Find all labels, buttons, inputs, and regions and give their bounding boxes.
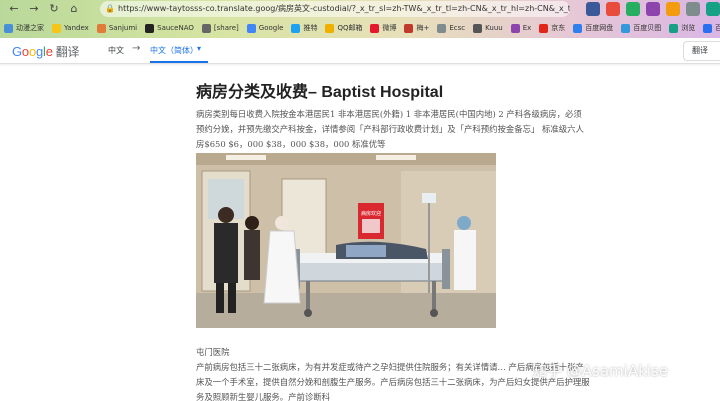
- section-text: 产前病房包括三十二张病床，为有并发症或待产之孕妇提供住院服务；有关详情请… 产后…: [196, 362, 590, 401]
- target-language[interactable]: 中文（简体）: [150, 45, 198, 56]
- bookmark-item[interactable]: 百度网盘: [573, 23, 613, 33]
- lock-icon: 🔒: [105, 4, 115, 13]
- target-language-underline: [150, 61, 208, 63]
- article-title: 病房分类及收费– Baptist Hospital: [196, 84, 444, 101]
- address-bar[interactable]: 🔒 https://www-taytosss-co.translate.goog…: [100, 1, 570, 17]
- bookmark-favicon-icon: [669, 23, 679, 33]
- bookmark-favicon-icon: [473, 23, 483, 33]
- hospital-ward-photo: 病房欢迎: [196, 153, 496, 328]
- bookmark-item[interactable]: 百度贝图: [621, 23, 661, 33]
- bookmark-item[interactable]: 百度翻译: [703, 23, 720, 33]
- extension-icon[interactable]: [666, 2, 680, 16]
- bookmark-item[interactable]: 推特: [291, 23, 317, 33]
- bookmark-label: [share]: [213, 24, 239, 32]
- bookmark-label: QQ邮箱: [337, 24, 363, 32]
- source-language[interactable]: 中文: [108, 45, 124, 56]
- bookmark-label: 推特: [303, 24, 318, 32]
- bookmark-item[interactable]: Ex: [510, 23, 532, 33]
- extension-icon[interactable]: [646, 2, 660, 16]
- article-paragraph-2: 屯门医院 产前病房包括三十二张病床，为有并发症或待产之孕妇提供住院服务；有关详情…: [196, 345, 590, 401]
- bookmark-label: Yandex: [64, 24, 89, 32]
- bookmark-favicon-icon: [291, 23, 301, 33]
- extension-icons: [586, 2, 720, 16]
- bookmark-favicon-icon: [325, 23, 335, 33]
- chevron-down-icon[interactable]: ▾: [197, 44, 201, 53]
- article-paragraph: 病房类别每日收费入院按金本港居民1 非本港居民(外籍) 1 非本港居民(中国内地…: [196, 109, 584, 149]
- bookmark-label: 微博: [382, 24, 397, 32]
- google-translate-logo[interactable]: Google 翻译: [12, 43, 80, 60]
- bookmark-item[interactable]: 浏览: [669, 23, 695, 33]
- extension-icon[interactable]: [606, 2, 620, 16]
- photo-sign-text: 病房欢迎: [361, 210, 381, 217]
- bookmark-label: 百度翻译: [715, 24, 720, 32]
- bookmark-label: Google: [258, 24, 284, 32]
- extension-icon[interactable]: [586, 2, 600, 16]
- bookmark-item[interactable]: [share]: [201, 23, 239, 33]
- bookmark-label: 动漫之家: [16, 24, 44, 32]
- bookmark-label: Ecsc: [449, 24, 466, 32]
- translate-header: Google 翻译 中文 → 中文（简体） ▾ 翻译: [0, 38, 720, 64]
- google-wordmark: Google: [12, 44, 53, 59]
- translate-button[interactable]: 翻译: [683, 41, 720, 61]
- bookmark-favicon-icon: [246, 23, 256, 33]
- bookmark-label: 百度网盘: [585, 24, 614, 32]
- extension-icon[interactable]: [626, 2, 640, 16]
- browser-chrome: ← → ↻ ⌂ 🔒 https://www-taytosss-co.transl…: [0, 0, 720, 38]
- forward-icon[interactable]: →: [26, 2, 42, 16]
- bookmark-label: Ex: [522, 24, 532, 32]
- bookmark-label: 百度贝图: [633, 24, 662, 32]
- extension-icon[interactable]: [686, 2, 700, 16]
- arrow-right-icon: →: [132, 43, 141, 54]
- section-heading: 屯门医院: [196, 347, 230, 357]
- back-icon[interactable]: ←: [6, 2, 22, 16]
- bookmark-favicon-icon: [621, 23, 631, 33]
- watermark: 知乎 @AsamiAkise: [532, 362, 668, 380]
- bookmark-favicon-icon: [404, 23, 414, 33]
- bookmark-item[interactable]: 京东: [539, 23, 565, 33]
- bookmark-item[interactable]: QQ邮箱: [325, 23, 362, 33]
- bookmark-favicon-icon: [145, 23, 155, 33]
- bookmark-label: 浏览: [681, 24, 696, 32]
- bookmark-favicon-icon: [370, 23, 380, 33]
- bookmark-label: Kuuu: [485, 24, 503, 32]
- bookmark-favicon-icon: [437, 23, 447, 33]
- product-name: 翻译: [55, 45, 80, 59]
- bookmark-item[interactable]: SauceNAO: [145, 23, 194, 33]
- bookmark-favicon-icon: [510, 23, 520, 33]
- bookmark-item[interactable]: Google: [246, 23, 284, 33]
- bookmark-item[interactable]: Ecsc: [437, 23, 466, 33]
- photo-illustration: 病房欢迎: [196, 153, 496, 328]
- bookmark-label: 梅+: [416, 24, 430, 32]
- home-icon[interactable]: ⌂: [66, 2, 82, 16]
- bookmark-favicon-icon: [703, 23, 713, 33]
- bookmark-item[interactable]: 动漫之家: [4, 23, 44, 33]
- extension-icon[interactable]: [706, 2, 720, 16]
- bookmark-favicon-icon: [52, 23, 61, 33]
- bookmark-item[interactable]: Yandex: [52, 23, 89, 33]
- bookmark-item[interactable]: Sanjumi: [96, 23, 138, 33]
- bookmark-label: SauceNAO: [157, 24, 194, 32]
- bookmark-favicon-icon: [539, 23, 549, 33]
- url-text: https://www-taytosss-co.translate.goog/病…: [118, 4, 570, 13]
- bookmark-favicon-icon: [4, 23, 13, 33]
- bookmark-favicon-icon: [573, 23, 583, 33]
- bookmark-item[interactable]: Kuuu: [473, 23, 503, 33]
- bookmark-label: 京东: [551, 24, 566, 32]
- bookmark-label: Sanjumi: [108, 24, 138, 32]
- bookmarks-bar: 动漫之家 Yandex Sanjumi SauceNAO [share] Google 推特…: [0, 19, 720, 37]
- reload-icon[interactable]: ↻: [46, 2, 62, 16]
- bookmark-item[interactable]: 梅+: [404, 23, 429, 33]
- bookmark-favicon-icon: [96, 23, 106, 33]
- bookmark-item[interactable]: 微博: [370, 23, 396, 33]
- bookmark-favicon-icon: [201, 23, 211, 33]
